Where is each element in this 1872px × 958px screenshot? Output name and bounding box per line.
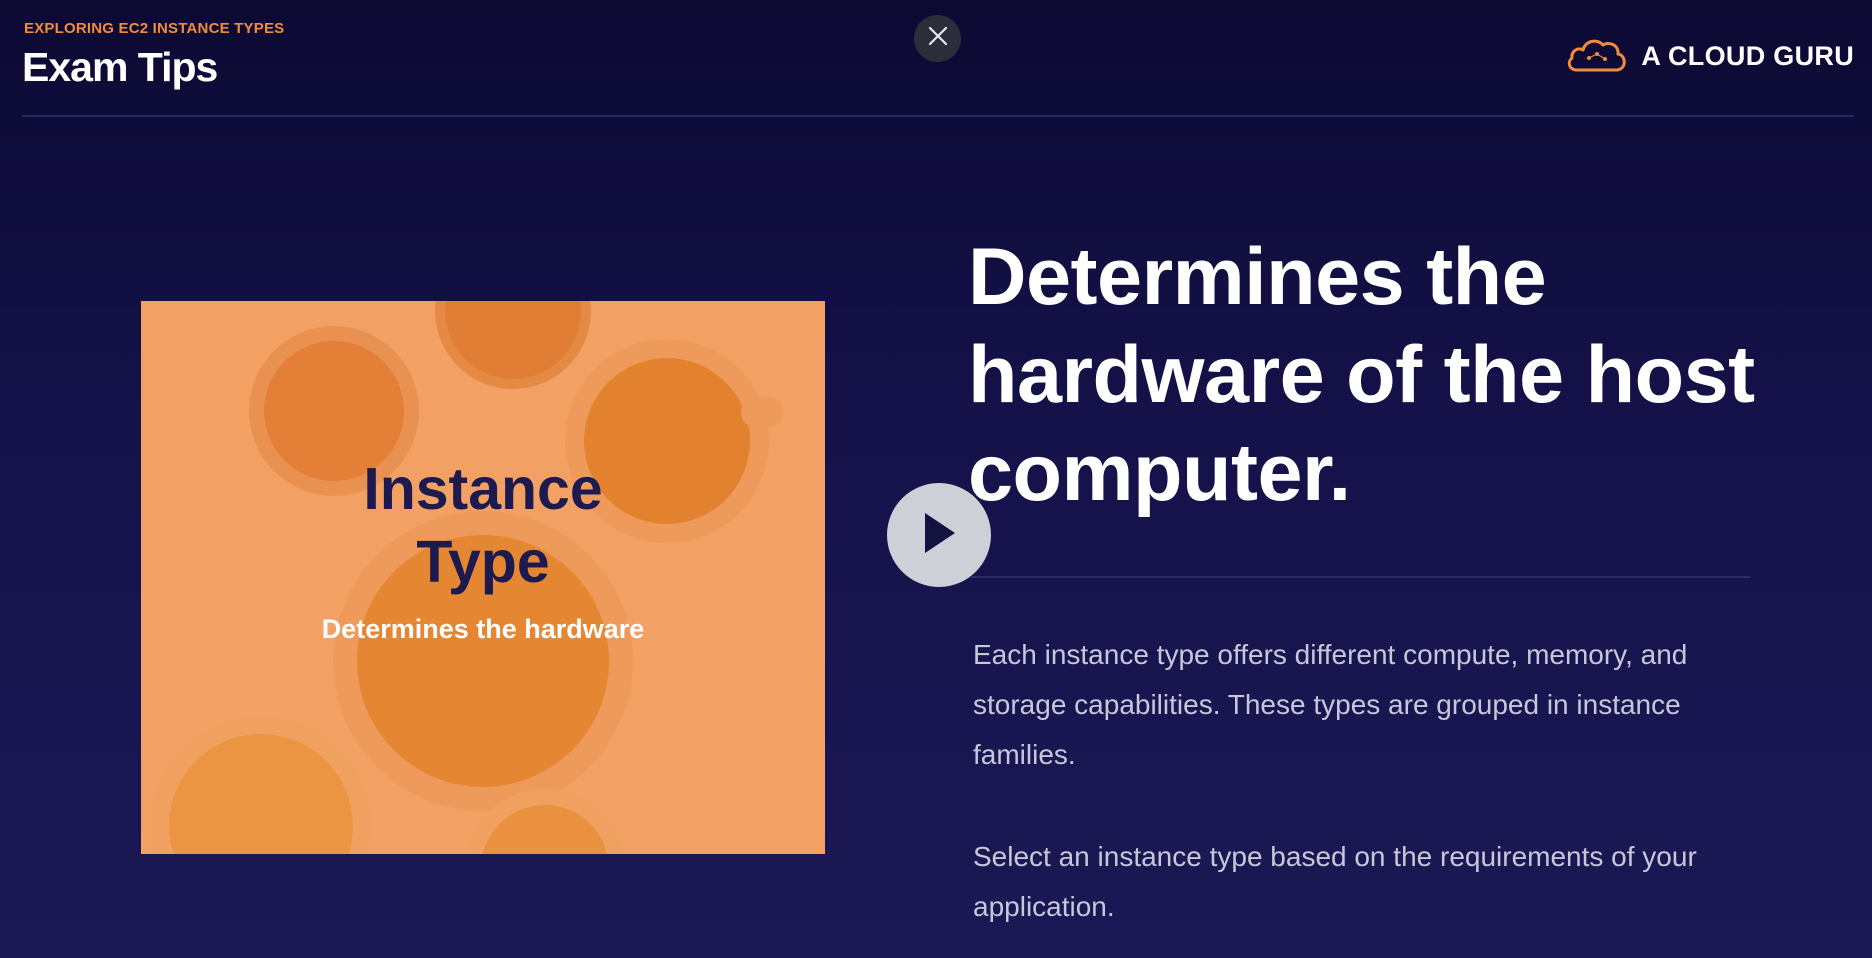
cloud-logo-icon: [1565, 34, 1629, 79]
brand-name: A CLOUD GURU: [1641, 41, 1854, 71]
headline: Determines the hardware of the host comp…: [968, 232, 1755, 518]
play-button[interactable]: [887, 483, 991, 587]
section-eyebrow: EXPLORING EC2 INSTANCE TYPES: [24, 20, 285, 37]
content-divider: [970, 576, 1750, 578]
body-paragraph: Each instance type offers different comp…: [973, 639, 1688, 770]
close-button[interactable]: [914, 15, 961, 62]
play-icon: [921, 511, 957, 560]
lesson-thumbnail[interactable]: Instance Type Determines the hardware: [141, 301, 825, 854]
thumbnail-title: Instance Type: [141, 453, 825, 599]
close-icon: [928, 26, 948, 51]
thumbnail-title-line-2: Type: [416, 529, 550, 595]
page-title: Exam Tips: [22, 44, 218, 90]
header-divider: [22, 115, 1854, 117]
body-paragraph: Select an instance type based on the req…: [973, 841, 1697, 922]
thumbnail-subtitle: Determines the hardware: [321, 614, 645, 644]
header: EXPLORING EC2 INSTANCE TYPES Exam Tips A…: [0, 0, 1872, 116]
brand-logo[interactable]: A CLOUD GURU: [1565, 34, 1854, 79]
thumbnail-title-line-1: Instance: [363, 456, 603, 522]
